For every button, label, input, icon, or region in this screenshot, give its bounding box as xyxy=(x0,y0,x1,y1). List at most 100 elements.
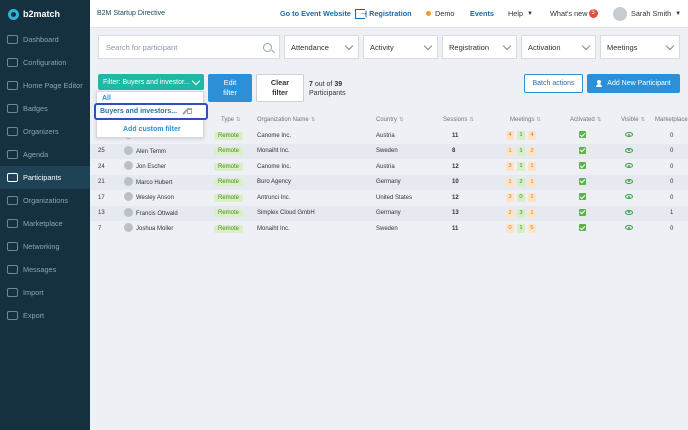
sidebar-item-dashboard[interactable]: Dashboard xyxy=(0,28,90,51)
eye-icon[interactable] xyxy=(625,147,633,153)
clear-filter-button[interactable]: Clear filter xyxy=(256,74,304,102)
table-row[interactable]: 25 Alen Temm Remote Monaiht Inc. Sweden 8 1 1 2 0 xyxy=(90,143,688,159)
sort-icon: ⇅ xyxy=(469,117,474,123)
trash-icon[interactable] xyxy=(187,108,192,114)
sidebar-item-label: Import xyxy=(23,288,44,297)
chevron-down-icon xyxy=(191,76,201,85)
meeting-count: 1 xyxy=(506,146,514,156)
whats-new-button[interactable]: What's new 3 xyxy=(550,9,598,18)
sidebar-item-agenda[interactable]: Agenda xyxy=(0,143,90,166)
sessions: 12 xyxy=(452,194,459,201)
participant-name[interactable]: Jon Escher xyxy=(124,161,166,171)
nav-icon xyxy=(7,81,18,90)
events-link[interactable]: Events xyxy=(470,9,494,18)
sidebar-item-configuration[interactable]: Configuration xyxy=(0,51,90,74)
meeting-count: 3 xyxy=(506,162,514,172)
meetings-dropdown[interactable]: Meetings xyxy=(600,35,680,59)
search-input[interactable] xyxy=(106,42,256,52)
batch-actions-button[interactable]: Batch actions xyxy=(524,74,583,93)
table-row[interactable]: 17 Wesley Anson Remote Antrunci Inc. United … xyxy=(90,190,688,206)
demo-indicator[interactable]: Demo xyxy=(426,9,454,18)
activity-dropdown[interactable]: Activity xyxy=(363,35,438,59)
participant-name[interactable]: Wesley Anson xyxy=(124,192,174,202)
sidebar-item-networking[interactable]: Networking xyxy=(0,235,90,258)
add-custom-filter-link[interactable]: Add custom filter xyxy=(123,126,181,133)
sidebar-item-export[interactable]: Export xyxy=(0,304,90,327)
dropdown-label: Attendance xyxy=(291,42,329,52)
filter-option-buyers-investors[interactable]: Buyers and investors... xyxy=(94,103,208,120)
type-pill: Remote xyxy=(214,178,244,187)
registration-dropdown[interactable]: Registration xyxy=(442,35,517,59)
registration-link[interactable]: | Registration xyxy=(365,9,412,18)
activation-dropdown[interactable]: Activation xyxy=(521,35,596,59)
check-icon[interactable] xyxy=(579,146,586,154)
sort-icon: ⇅ xyxy=(596,117,602,123)
type-pill: Remote xyxy=(214,131,244,140)
eye-icon[interactable] xyxy=(625,194,633,200)
check-icon[interactable] xyxy=(579,193,586,201)
participant-name[interactable]: Marco Hubert xyxy=(124,176,172,187)
eye-icon[interactable] xyxy=(625,132,633,138)
marketplace-count: 0 xyxy=(670,179,674,186)
sidebar-item-import[interactable]: Import xyxy=(0,281,90,304)
meeting-count: 1 xyxy=(517,224,525,234)
sidebar-item-label: Configuration xyxy=(23,58,67,67)
sidebar: b2match Dashboard Configuration Home Page … xyxy=(0,0,90,430)
b2match-logo-icon xyxy=(8,8,19,20)
participant-name[interactable]: Joshua Moller xyxy=(124,223,173,233)
saved-filter-dropdown[interactable]: Filter: Buyers and investor... xyxy=(98,74,204,90)
table-row[interactable]: 21 Marco Hubert Remote Buro Agency Germany 10… xyxy=(90,174,688,190)
search-box[interactable] xyxy=(98,35,280,59)
header-activated[interactable]: Activated ⇅ xyxy=(570,117,601,123)
sidebar-item-organizations[interactable]: Organizations xyxy=(0,189,90,212)
row-id: 17 xyxy=(98,194,105,201)
sidebar-item-participants[interactable]: Participants xyxy=(0,166,90,189)
eye-icon[interactable] xyxy=(625,163,633,169)
check-icon[interactable] xyxy=(579,224,586,232)
header-type[interactable]: Type ⇅ xyxy=(221,117,241,123)
header-country[interactable]: Country ⇅ xyxy=(376,117,404,123)
header-organization[interactable]: Organization Name ⇅ xyxy=(257,117,315,123)
header-sessions[interactable]: Sessions ⇅ xyxy=(443,117,474,123)
table-row[interactable]: 24 Jon Escher Remote Canome Inc. Austria 12 3 1… xyxy=(90,159,688,175)
nav-icon xyxy=(7,104,18,113)
sidebar-item-messages[interactable]: Messages xyxy=(0,258,90,281)
header-visible[interactable]: Visible ⇅ xyxy=(621,117,645,123)
edit-filter-button[interactable]: Edit filter xyxy=(208,74,252,102)
header-marketplace[interactable]: Marketplace xyxy=(655,117,688,123)
sidebar-item-badges[interactable]: Badges xyxy=(0,97,90,120)
nav-icon xyxy=(7,219,18,228)
meetings-counts: 311 xyxy=(506,162,539,172)
sort-icon: ⇅ xyxy=(536,117,541,123)
eye-icon[interactable] xyxy=(625,178,633,184)
header-meetings[interactable]: Meetings ⇅ xyxy=(510,117,541,123)
sidebar-item-home-page-editor[interactable]: Home Page Editor xyxy=(0,74,90,97)
go-to-event-link[interactable]: Go to Event Website xyxy=(280,7,369,19)
participant-name[interactable]: Francis Ottwald xyxy=(124,207,178,218)
organization-name: Monaiht Inc. xyxy=(257,225,290,232)
user-menu[interactable]: Sarah Smith ▼ xyxy=(613,6,681,21)
participant-name[interactable]: Alen Temm xyxy=(124,145,166,156)
organization-name: Antrunci Inc. xyxy=(257,194,291,201)
attendance-dropdown[interactable]: Attendance xyxy=(284,35,359,59)
search-icon[interactable] xyxy=(263,42,272,52)
help-menu[interactable]: Help ▼ xyxy=(508,9,533,18)
check-icon[interactable] xyxy=(579,208,586,216)
meeting-count: 0 xyxy=(506,224,514,234)
check-icon[interactable] xyxy=(579,162,586,170)
person-icon xyxy=(124,192,133,202)
meeting-count: 1 xyxy=(517,131,525,141)
table-row[interactable]: 13 Francis Ottwald Remote Simplex Cloud Gmb… xyxy=(90,205,688,221)
check-icon[interactable] xyxy=(579,177,586,185)
sidebar-item-organizers[interactable]: Organizers xyxy=(0,120,90,143)
eye-icon[interactable] xyxy=(625,225,633,231)
check-icon[interactable] xyxy=(579,131,586,139)
nav-icon xyxy=(7,265,18,274)
filter-option-all[interactable]: All xyxy=(102,95,111,102)
add-new-participant-button[interactable]: Add New Participant xyxy=(587,74,680,93)
eye-icon[interactable] xyxy=(625,209,633,215)
sidebar-item-marketplace[interactable]: Marketplace xyxy=(0,212,90,235)
table-row[interactable]: 7 Joshua Moller Remote Monaiht Inc. Sweden 11… xyxy=(90,221,688,237)
brand-logo[interactable]: b2match xyxy=(0,0,90,28)
meeting-count: 2 xyxy=(528,146,536,156)
